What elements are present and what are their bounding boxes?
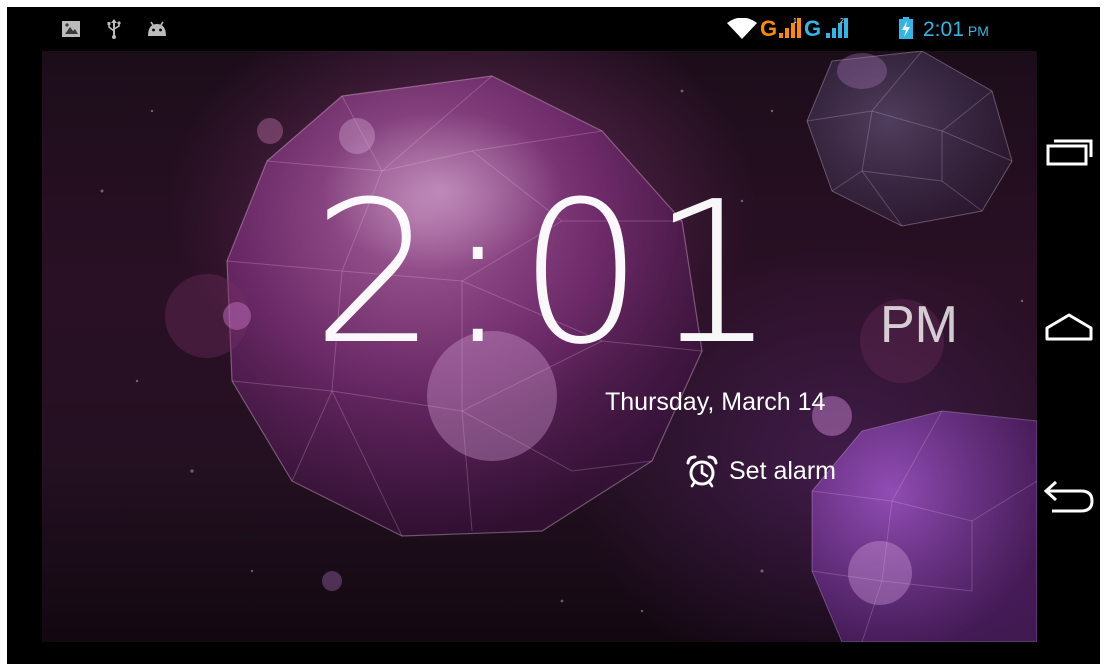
set-alarm-button[interactable]: Set alarm	[685, 453, 836, 489]
back-arrow-icon	[1043, 479, 1095, 519]
tablet-screen: G 1 G 2 2:01 PM 2:01 PM Thursday, March …	[7, 7, 1100, 664]
lockscreen-clock-time: 2:01	[312, 160, 785, 388]
status-clock-ampm: PM	[967, 23, 989, 39]
usb-icon	[107, 19, 121, 39]
bottom-right-sphere	[811, 410, 1037, 642]
back-button[interactable]	[1037, 464, 1100, 534]
signal-icon-sim2: 2	[825, 17, 849, 38]
home-button[interactable]	[1037, 292, 1100, 362]
lockscreen-date: Thursday, March 14	[605, 388, 826, 416]
svg-text:1: 1	[793, 18, 797, 25]
alarm-clock-icon	[685, 454, 719, 488]
set-alarm-label: Set alarm	[729, 457, 836, 485]
battery-charging-icon	[898, 17, 914, 39]
signal-icon-sim1: 1	[778, 17, 802, 38]
status-clock-time: 2:01	[923, 18, 964, 41]
lockscreen-clock-ampm: PM	[880, 296, 958, 354]
gallery-notification-icon	[61, 19, 81, 39]
lockscreen: 2:01 PM Thursday, March 14 Set alarm	[42, 51, 1037, 642]
network-type-2: G	[804, 16, 822, 41]
recent-apps-icon	[1045, 137, 1093, 167]
recent-apps-button[interactable]	[1037, 117, 1100, 187]
network-type-1: G	[760, 16, 778, 41]
svg-text:2: 2	[840, 18, 844, 25]
home-icon	[1044, 312, 1094, 342]
android-debug-icon	[145, 19, 169, 39]
status-bar: G 1 G 2 2:01 PM	[7, 7, 1037, 51]
wifi-icon	[727, 17, 757, 39]
navigation-bar	[1037, 7, 1100, 664]
wireframe-sphere	[806, 51, 1013, 227]
status-clock: 2:01 PM	[923, 18, 989, 43]
